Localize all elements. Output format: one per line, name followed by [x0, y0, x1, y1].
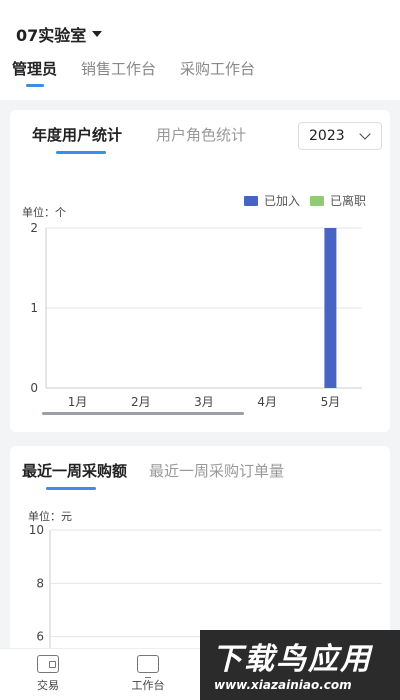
user-stats-card: 年度用户统计 用户角色统计 2023 已加入 已离职 单位：个 0 1 2 1月 2月 3…	[10, 110, 390, 432]
x-tick-label: 2月	[131, 395, 151, 409]
tab-purchase-workbench[interactable]: 采购工作台	[180, 58, 255, 79]
user-bar-chart: 0 1 2 1月 2月 3月 4月 5月	[30, 221, 362, 409]
role-tabs: 管理员 销售工作台 采购工作台	[12, 58, 279, 87]
nav-trade[interactable]: 交易	[18, 655, 78, 693]
y-tick-label: 6	[36, 630, 44, 644]
y-tick-label: 8	[36, 576, 44, 590]
x-tick-label: 1月	[68, 395, 88, 409]
org-selector[interactable]: 07实验室	[16, 22, 103, 46]
tab-sales-workbench[interactable]: 销售工作台	[81, 58, 156, 79]
watermark-main-text: 下载鸟应用	[212, 642, 372, 677]
chart-scrollbar[interactable]	[42, 412, 244, 415]
x-tick-label: 4月	[257, 395, 277, 409]
caret-down-icon	[92, 31, 103, 37]
watermark-url: www.xiazainiao.com	[214, 678, 352, 692]
y-tick-label: 1	[30, 301, 38, 315]
x-tick-label: 3月	[194, 395, 214, 409]
bar	[324, 228, 337, 388]
y-tick-label: 2	[30, 221, 38, 235]
header: 07实验室 管理员 销售工作台 采购工作台	[0, 0, 400, 100]
y-tick-label: 0	[30, 381, 38, 395]
monitor-icon	[137, 655, 159, 678]
nav-workbench-label: 工作台	[131, 679, 165, 692]
watermark-logo: 下载鸟应用 www.xiazainiao.com	[200, 630, 400, 700]
x-tick-label: 5月	[321, 395, 341, 409]
nav-trade-label: 交易	[37, 679, 59, 692]
nav-workbench[interactable]: 工作台	[118, 655, 178, 693]
y-tick-label: 10	[29, 523, 44, 537]
tab-admin[interactable]: 管理员	[12, 58, 57, 87]
org-name: 07实验室	[16, 26, 87, 45]
wallet-icon	[37, 655, 59, 673]
